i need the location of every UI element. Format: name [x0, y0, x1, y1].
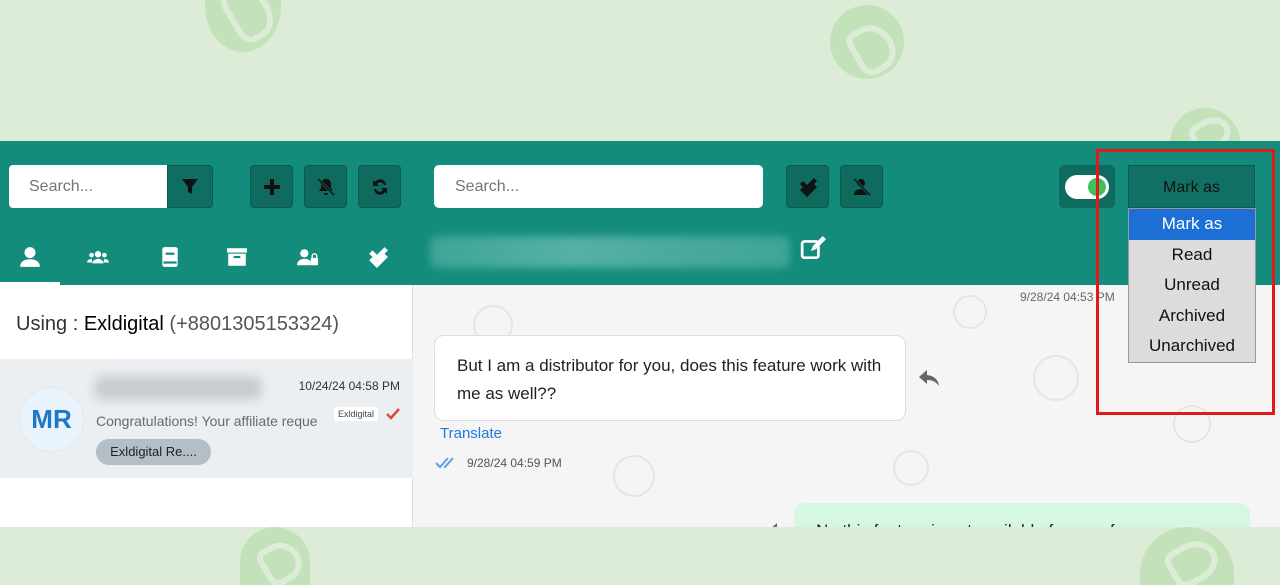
tab-archived[interactable] [207, 236, 267, 285]
bell-slash-icon [316, 177, 335, 196]
tab-blocked[interactable] [278, 236, 338, 285]
sync-icon [372, 178, 387, 195]
chat-list-panel: Using : Exldigital (+8801305153324) MR 1… [0, 285, 413, 527]
double-check-icon [799, 177, 817, 197]
tab-chats[interactable] [0, 236, 60, 285]
outgoing-message: No this feature is not available for you… [794, 503, 1250, 527]
active-account-line: Using : Exldigital (+8801305153324) [16, 313, 339, 336]
mark-read-button[interactable] [786, 165, 829, 208]
tab-groups[interactable] [68, 236, 128, 285]
message-status: 9/28/24 04:59 PM [435, 456, 562, 470]
top-toolbar: Mark as Mark as Read Unread Archived Una… [0, 141, 1280, 363]
background-logo-icon [205, 0, 281, 52]
chat-preview: Congratulations! Your affiliate reque [96, 413, 318, 429]
mark-as-dropdown: Mark as Read Unread Archived Unarchived [1128, 208, 1256, 363]
contact-name-redacted [94, 376, 262, 400]
double-check-icon [369, 247, 388, 268]
book-icon [162, 247, 178, 267]
add-button[interactable] [250, 165, 293, 208]
users-icon [87, 251, 109, 264]
chat-list-item[interactable]: MR 10/24/24 04:58 PM Congratulations! Yo… [0, 359, 413, 478]
translate-link[interactable]: Translate [440, 425, 502, 442]
mark-as-option-unarchived[interactable]: Unarchived [1129, 331, 1255, 362]
account-name: Exldigital [83, 313, 164, 335]
reply-icon[interactable] [918, 368, 940, 388]
plus-icon [263, 178, 280, 195]
tab-contacts[interactable] [140, 236, 200, 285]
status-toggle[interactable] [1065, 174, 1109, 199]
filter-button[interactable] [167, 165, 213, 208]
chat-search-input[interactable] [9, 165, 167, 208]
background-logo-icon [830, 5, 904, 79]
mark-as-select[interactable]: Mark as [1128, 165, 1255, 208]
reply-icon[interactable] [768, 521, 790, 527]
filter-icon [182, 178, 198, 194]
background-logo-icon [1140, 527, 1234, 585]
message-search-input[interactable] [434, 165, 763, 208]
message-timestamp: 9/28/24 04:53 PM [1020, 290, 1115, 304]
app-window: Mark as Mark as Read Unread Archived Una… [0, 141, 1280, 527]
user-icon [20, 247, 40, 267]
mark-as-option-read[interactable]: Read [1129, 240, 1255, 271]
chat-tag[interactable]: Exldigital Re.... [96, 439, 211, 465]
mark-as-option-unread[interactable]: Unread [1129, 270, 1255, 301]
user-lock-icon [297, 249, 319, 266]
tab-read[interactable] [348, 236, 408, 285]
incoming-message: But I am a distributor for you, does thi… [434, 335, 906, 421]
avatar: MR [19, 387, 84, 452]
mark-as-option-archived[interactable]: Archived [1129, 301, 1255, 332]
doodle-decoration [1173, 405, 1211, 443]
status-toggle-wrapper [1059, 165, 1115, 208]
mute-button[interactable] [304, 165, 347, 208]
message-time: 9/28/24 04:59 PM [467, 456, 562, 470]
edit-icon[interactable] [800, 236, 826, 262]
sync-button[interactable] [358, 165, 401, 208]
background-logo-icon [240, 527, 310, 585]
double-check-icon [435, 457, 454, 469]
mark-as-option-mark-as[interactable]: Mark as [1129, 209, 1255, 240]
doodle-decoration [1033, 355, 1079, 401]
account-prefix: Using : [16, 313, 79, 335]
user-slash-icon [852, 177, 871, 196]
contact-name-redacted [430, 236, 790, 268]
account-phone: (+8801305153324) [169, 313, 340, 335]
account-badge: Exldigital [334, 407, 379, 421]
chat-time: 10/24/24 04:58 PM [298, 379, 400, 393]
archive-icon [227, 248, 247, 266]
doodle-decoration [893, 450, 929, 486]
doodle-decoration [613, 455, 655, 497]
block-user-button[interactable] [840, 165, 883, 208]
check-icon [386, 408, 400, 420]
doodle-decoration [953, 295, 987, 329]
